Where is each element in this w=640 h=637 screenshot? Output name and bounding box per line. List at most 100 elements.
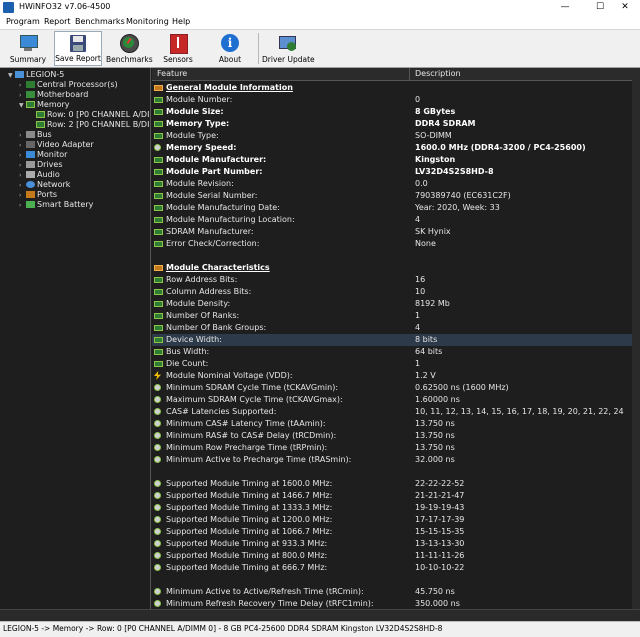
property-row[interactable]: Module Nominal Voltage (VDD): 1.2 V	[152, 370, 640, 382]
driver-update-button[interactable]: Driver Update	[262, 31, 315, 66]
tree-item-video-adapter[interactable]: › Video Adapter	[19, 140, 94, 150]
description-value: 8192 Mb	[415, 299, 450, 308]
vertical-scrollbar[interactable]	[632, 80, 640, 609]
property-row[interactable]: Module Manufacturing Location: 4	[152, 214, 640, 226]
property-row[interactable]: Module Density: 8192 Mb	[152, 298, 640, 310]
description-value: 0.0	[415, 179, 428, 188]
feature-label: Number Of Ranks:	[166, 311, 240, 320]
property-row[interactable]: Module Type: SO-DIMM	[152, 130, 640, 142]
close-button[interactable]: ✕	[610, 0, 640, 15]
property-row[interactable]: Number Of Bank Groups: 4	[152, 322, 640, 334]
property-row[interactable]: Supported Module Timing at 1066.7 MHz: 15…	[152, 526, 640, 538]
property-row[interactable]: Supported Module Timing at 800.0 MHz: 11-…	[152, 550, 640, 562]
property-row[interactable]: Supported Module Timing at 1333.3 MHz: 19…	[152, 502, 640, 514]
about-button[interactable]: i About	[208, 31, 252, 66]
property-row[interactable]: Supported Module Timing at 1600.0 MHz: 22…	[152, 478, 640, 490]
property-row[interactable]: Minimum Row Precharge Time (tRPmin): 13.7…	[152, 442, 640, 454]
tree-item-network[interactable]: › Network	[19, 180, 70, 190]
property-row[interactable]: Module Part Number: LV32D4S2S8HD-8	[152, 166, 640, 178]
memory-module-icon	[154, 157, 163, 163]
tree-item-bus[interactable]: › Bus	[19, 130, 52, 140]
feature-label: Memory Speed:	[166, 143, 237, 152]
drive-icon	[26, 161, 35, 168]
property-row[interactable]: Die Count: 1	[152, 358, 640, 370]
tree-item-monitor[interactable]: › Monitor	[19, 150, 67, 160]
benchmarks-button[interactable]: Benchmarks	[106, 31, 153, 66]
property-row[interactable]: Module Number: 0	[152, 94, 640, 106]
feature-label: Maximum SDRAM Cycle Time (tCKAVGmax):	[166, 395, 343, 404]
property-row[interactable]: Device Width: 8 bits	[152, 334, 640, 346]
property-row[interactable]: Module Manufacturer: Kingston	[152, 154, 640, 166]
property-row[interactable]: Module Manufacturing Date: Year: 2020, We…	[152, 202, 640, 214]
column-divider[interactable]	[409, 68, 410, 80]
tree-item-audio[interactable]: › Audio	[19, 170, 60, 180]
menu-program[interactable]: Program	[6, 17, 40, 26]
window-title: HWiNFO32 v7.06-4500	[19, 2, 111, 11]
property-row[interactable]: Supported Module Timing at 933.3 MHz: 13-…	[152, 538, 640, 550]
section-icon	[154, 265, 163, 271]
expand-icon[interactable]: ▼	[19, 101, 26, 111]
feature-label: Supported Module Timing at 666.7 MHz:	[166, 563, 328, 572]
thermometer-icon	[168, 33, 188, 54]
tree-item-row-2[interactable]: Row: 2 [P0 CHANNEL B/DI	[36, 120, 149, 130]
tree-item-central-processors[interactable]: › Central Processor(s)	[19, 80, 118, 90]
tree-item-smart-battery[interactable]: › Smart Battery	[19, 200, 93, 210]
memory-module-icon	[154, 97, 163, 103]
section-header[interactable]: Module Characteristics	[152, 262, 640, 274]
minimize-button[interactable]: —	[550, 0, 580, 15]
device-tree[interactable]: ▼ LEGION-5 › Central Processor(s) › Motherb…	[0, 68, 151, 609]
menu-help[interactable]: Help	[172, 17, 190, 26]
property-row[interactable]: Module Revision: 0.0	[152, 178, 640, 190]
property-row[interactable]: Module Serial Number: 790389740 (EC631C2F…	[152, 190, 640, 202]
tree-item-motherboard[interactable]: › Motherboard	[19, 90, 88, 100]
sensors-button[interactable]: Sensors	[156, 31, 200, 66]
property-row[interactable]: Minimum CAS# Latency Time (tAAmin): 13.75…	[152, 418, 640, 430]
property-row[interactable]: Memory Type: DDR4 SDRAM	[152, 118, 640, 130]
description-value: 13.750 ns	[415, 431, 455, 440]
menu-benchmarks[interactable]: Benchmarks	[75, 17, 125, 26]
status-text: LEGION-5 -> Memory -> Row: 0 [P0 CHANNEL…	[3, 624, 443, 633]
description-value: 10	[415, 287, 426, 296]
property-row[interactable]: Bus Width: 64 bits	[152, 346, 640, 358]
expand-icon[interactable]: ▼	[8, 71, 15, 81]
memory-module-icon	[154, 229, 163, 235]
property-row[interactable]: Memory Speed: 1600.0 MHz (DDR4-3200 / PC4…	[152, 142, 640, 154]
tree-item-drives[interactable]: › Drives	[19, 160, 63, 170]
property-row[interactable]: Row Address Bits: 16	[152, 274, 640, 286]
property-row[interactable]: Supported Module Timing at 1200.0 MHz: 17…	[152, 514, 640, 526]
memory-module-icon	[154, 337, 163, 343]
property-row[interactable]: Minimum Refresh Recovery Time Delay (tRF…	[152, 598, 640, 609]
description-column-header[interactable]: Description	[415, 69, 461, 78]
floppy-disk-icon	[68, 34, 88, 54]
property-row[interactable]: Supported Module Timing at 666.7 MHz: 10-…	[152, 562, 640, 574]
property-row[interactable]: CAS# Latencies Supported: 10, 11, 12, 13,…	[152, 406, 640, 418]
tree-item-row-0[interactable]: Row: 0 [P0 CHANNEL A/DI	[36, 110, 149, 120]
details-panel[interactable]: Feature Description General Module Infor…	[152, 68, 640, 609]
clock-icon	[154, 552, 161, 559]
tree-item-memory[interactable]: ▼ Memory	[19, 100, 70, 110]
menu-report[interactable]: Report	[44, 17, 71, 26]
summary-button[interactable]: Summary	[6, 31, 50, 66]
feature-column-header[interactable]: Feature	[157, 69, 187, 78]
property-row[interactable]: Number Of Ranks: 1	[152, 310, 640, 322]
section-header[interactable]: General Module Information	[152, 82, 640, 94]
property-row[interactable]: Maximum SDRAM Cycle Time (tCKAVGmax): 1.6…	[152, 394, 640, 406]
property-row[interactable]: Minimum RAS# to CAS# Delay (tRCDmin): 13.…	[152, 430, 640, 442]
network-icon	[26, 181, 35, 188]
tree-item-legion-5[interactable]: ▼ LEGION-5	[8, 70, 64, 80]
property-row[interactable]: Column Address Bits: 10	[152, 286, 640, 298]
tree-item-ports[interactable]: › Ports	[19, 190, 57, 200]
clock-icon	[154, 504, 161, 511]
property-row[interactable]: Module Size: 8 GBytes	[152, 106, 640, 118]
feature-label: Column Address Bits:	[166, 287, 252, 296]
property-row[interactable]: Minimum Active to Precharge Time (tRASmi…	[152, 454, 640, 466]
clock-icon	[154, 408, 161, 415]
property-row[interactable]: Minimum Active to Active/Refresh Time (t…	[152, 586, 640, 598]
menu-monitoring[interactable]: Monitoring	[126, 17, 169, 26]
expand-icon[interactable]: ›	[19, 201, 26, 211]
property-row[interactable]: SDRAM Manufacturer: SK Hynix	[152, 226, 640, 238]
property-row[interactable]: Error Check/Correction: None	[152, 238, 640, 250]
property-row[interactable]: Minimum SDRAM Cycle Time (tCKAVGmin): 0.6…	[152, 382, 640, 394]
property-row[interactable]: Supported Module Timing at 1466.7 MHz: 21…	[152, 490, 640, 502]
save-report-button[interactable]: Save Report	[54, 31, 102, 66]
